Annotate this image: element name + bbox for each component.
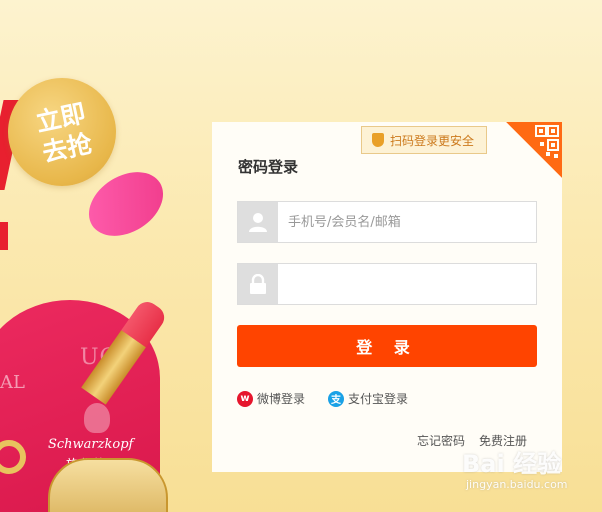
- login-panel: 扫码登录更安全 密码登录 手机号/会员名/邮箱 登 录 w 微博登录 支 支付宝…: [212, 122, 562, 472]
- watermark-url: jingyan.baidu.com: [466, 478, 568, 491]
- username-input[interactable]: [278, 202, 536, 242]
- login-title: 密码登录: [238, 158, 299, 176]
- weibo-login-link[interactable]: w 微博登录: [237, 390, 305, 407]
- password-field[interactable]: [237, 263, 537, 305]
- schwarzkopf-logo-head: [84, 403, 110, 433]
- username-field[interactable]: [237, 201, 537, 243]
- qr-login-tip-label: 扫码登录更安全: [390, 133, 475, 148]
- lock-icon: [238, 264, 278, 304]
- login-button[interactable]: 登 录: [237, 325, 537, 367]
- user-icon: [238, 202, 278, 242]
- promo-red-stripe-small: [0, 222, 8, 250]
- shield-icon: [372, 133, 384, 147]
- brand-schwarzkopf-logo: Schwarzkopf: [48, 437, 134, 452]
- qr-login-tip[interactable]: 扫码登录更安全: [361, 126, 488, 154]
- weibo-login-label: 微博登录: [257, 392, 306, 406]
- brand-al-logo: AL: [0, 372, 25, 393]
- alipay-icon: 支: [328, 390, 344, 407]
- alipay-login-link[interactable]: 支 支付宝登录: [328, 390, 408, 407]
- password-input[interactable]: [278, 264, 536, 304]
- alipay-login-label: 支付宝登录: [348, 392, 409, 406]
- qr-code-icon[interactable]: [506, 122, 562, 178]
- baidu-jingyan-watermark: Bai 经验 jingyan.baidu.com: [458, 444, 598, 504]
- weibo-icon: w: [237, 390, 253, 407]
- gold-bag-image: [48, 458, 168, 512]
- watermark-logo-text: Bai 经验: [462, 450, 562, 478]
